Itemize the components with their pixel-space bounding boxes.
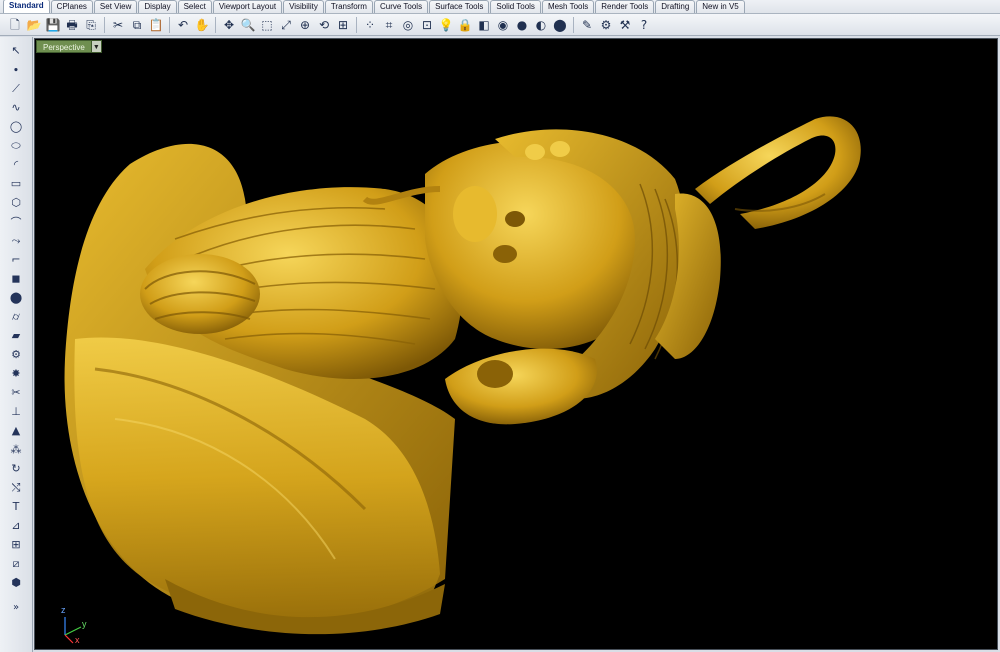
- tab-cplanes[interactable]: CPlanes: [50, 0, 93, 13]
- axes-lines: [64, 617, 82, 644]
- pendant-3d-model: [64, 116, 861, 635]
- sphere-icon[interactable]: ⬤: [6, 288, 26, 307]
- layer-icon[interactable]: ◧: [475, 16, 493, 34]
- tab-transform[interactable]: Transform: [324, 0, 373, 13]
- print-icon[interactable]: 🖶: [63, 16, 81, 34]
- tab-render-tools[interactable]: Render Tools: [595, 0, 655, 13]
- polyline-icon[interactable]: ⟋: [6, 79, 26, 98]
- mesh-icon[interactable]: ▲: [6, 421, 26, 440]
- group-icon[interactable]: ⊞: [6, 535, 26, 554]
- axis-z-label: z: [61, 605, 66, 615]
- tab-mesh-tools[interactable]: Mesh Tools: [541, 0, 595, 13]
- viewport-menu-caret-icon[interactable]: ▼: [91, 40, 102, 53]
- freeform-curve-icon[interactable]: ⌒: [6, 212, 26, 231]
- cut-icon[interactable]: ✂: [109, 16, 127, 34]
- transform-icon[interactable]: ⧄: [6, 554, 26, 573]
- zoom-selected-icon[interactable]: ⊕: [296, 16, 314, 34]
- pan-hand-icon[interactable]: ✋: [193, 16, 211, 34]
- properties-icon[interactable]: ✎: [578, 16, 596, 34]
- save-icon[interactable]: 💾: [44, 16, 62, 34]
- grid-snap-icon[interactable]: ⌗: [380, 16, 398, 34]
- help-icon[interactable]: ?: [635, 16, 653, 34]
- arc-icon[interactable]: ◜: [6, 155, 26, 174]
- toolbar-separator: [169, 16, 170, 33]
- new-file-icon[interactable]: 🗋: [6, 16, 24, 34]
- point-icon[interactable]: ∙: [6, 60, 26, 79]
- viewport-title[interactable]: Perspective: [36, 40, 92, 53]
- rectangle-icon[interactable]: ▭: [6, 174, 26, 193]
- fillet-icon[interactable]: ⌐: [6, 250, 26, 269]
- rotate-view-icon[interactable]: ⟲: [315, 16, 333, 34]
- surface-icon[interactable]: ▰: [6, 326, 26, 345]
- world-axes-icon: z y x: [53, 605, 93, 649]
- tab-drafting[interactable]: Drafting: [655, 0, 696, 13]
- expand-more-icon[interactable]: »: [6, 598, 26, 617]
- four-viewports-icon[interactable]: ⊞: [334, 16, 352, 34]
- curve-edit-icon[interactable]: ⤳: [6, 231, 26, 250]
- block-icon[interactable]: ⬢: [6, 573, 26, 592]
- move-view-icon[interactable]: ✥: [220, 16, 238, 34]
- toolbar-tab-strip: Standard CPlanes Set View Display Select View…: [0, 0, 1000, 14]
- select-arrow-icon[interactable]: ↖: [6, 41, 26, 60]
- explode-icon[interactable]: ✸: [6, 364, 26, 383]
- perspective-viewport[interactable]: Perspective ▼ z y x: [34, 38, 998, 650]
- render-sphere-icon[interactable]: ⬤: [551, 16, 569, 34]
- viewport-title-bar: Perspective ▼: [36, 40, 102, 53]
- move-icon[interactable]: ⤭: [6, 478, 26, 497]
- tab-set-view[interactable]: Set View: [93, 0, 138, 13]
- zoom-extents-icon[interactable]: ⤢: [277, 16, 295, 34]
- toolbar-separator: [215, 16, 216, 33]
- tab-solid-tools[interactable]: Solid Tools: [490, 0, 541, 13]
- tab-viewport-layout[interactable]: Viewport Layout: [212, 0, 283, 13]
- undo-icon[interactable]: ↶: [174, 16, 192, 34]
- toolbar-separator: [573, 16, 574, 33]
- color-wheel-icon[interactable]: ◉: [494, 16, 512, 34]
- lock-icon[interactable]: 🔒: [456, 16, 474, 34]
- tab-select[interactable]: Select: [177, 0, 212, 13]
- tab-new-in-v5[interactable]: New in V5: [696, 0, 745, 13]
- polygon-icon[interactable]: ⬡: [6, 193, 26, 212]
- array-icon[interactable]: ⁂: [6, 440, 26, 459]
- toolbar-separator: [104, 16, 105, 33]
- curve-icon[interactable]: ∿: [6, 98, 26, 117]
- trim-icon[interactable]: ✂: [6, 383, 26, 402]
- zoom-icon[interactable]: 🔍: [239, 16, 257, 34]
- circle-icon[interactable]: ◯: [6, 117, 26, 136]
- toolbar-separator: [356, 16, 357, 33]
- options-gear-icon[interactable]: ⚙: [597, 16, 615, 34]
- rotate-icon[interactable]: ↻: [6, 459, 26, 478]
- tab-surface-tools[interactable]: Surface Tools: [429, 0, 490, 13]
- osnap-icon[interactable]: ◎: [399, 16, 417, 34]
- main-left-toolbar: ↖ ∙ ⟋ ∿ ◯ ⬭ ◜ ▭ ⬡ ⌒ ⤳ ⌐ ◼ ⬤ ⌭ ▰ ⚙ ✸ ✂ ⊥ ▲ ⁂ ↻ ⤭ T ⊿ ⊞ ⧄ ⬢ »: [0, 37, 33, 652]
- dimension-icon[interactable]: ⊿: [6, 516, 26, 535]
- axis-x-label: x: [75, 635, 80, 645]
- tab-standard[interactable]: Standard: [3, 0, 50, 13]
- import-icon[interactable]: ⎘: [82, 16, 100, 34]
- select-points-icon[interactable]: ⁘: [361, 16, 379, 34]
- rendered-sphere-icon[interactable]: ◐: [532, 16, 550, 34]
- open-file-icon[interactable]: 📂: [25, 16, 43, 34]
- axis-y-label: y: [82, 619, 87, 629]
- tools-icon[interactable]: ⚒: [616, 16, 634, 34]
- tab-curve-tools[interactable]: Curve Tools: [373, 0, 429, 13]
- shaded-sphere-icon[interactable]: ●: [513, 16, 531, 34]
- zoom-window-icon[interactable]: ⬚: [258, 16, 276, 34]
- cplane-icon[interactable]: ⊡: [418, 16, 436, 34]
- split-icon[interactable]: ⊥: [6, 402, 26, 421]
- tab-visibility[interactable]: Visibility: [283, 0, 324, 13]
- ellipse-icon[interactable]: ⬭: [6, 136, 26, 155]
- text-icon[interactable]: T: [6, 497, 26, 516]
- standard-toolbar: 🗋 📂 💾 🖶 ⎘ ✂ ⧉ 📋 ↶ ✋ ✥ 🔍 ⬚ ⤢ ⊕ ⟲ ⊞ ⁘ ⌗ ◎ ⊡ 💡 🔒 ◧ ◉ ● ◐ ⬤ ✎ ⚙ ⚒?: [0, 14, 1000, 36]
- light-bulb-icon[interactable]: 💡: [437, 16, 455, 34]
- boolean-icon[interactable]: ⚙: [6, 345, 26, 364]
- copy-icon[interactable]: ⧉: [128, 16, 146, 34]
- paste-icon[interactable]: 📋: [147, 16, 165, 34]
- box-icon[interactable]: ◼: [6, 269, 26, 288]
- cylinder-icon[interactable]: ⌭: [6, 307, 26, 326]
- tab-display[interactable]: Display: [138, 0, 177, 13]
